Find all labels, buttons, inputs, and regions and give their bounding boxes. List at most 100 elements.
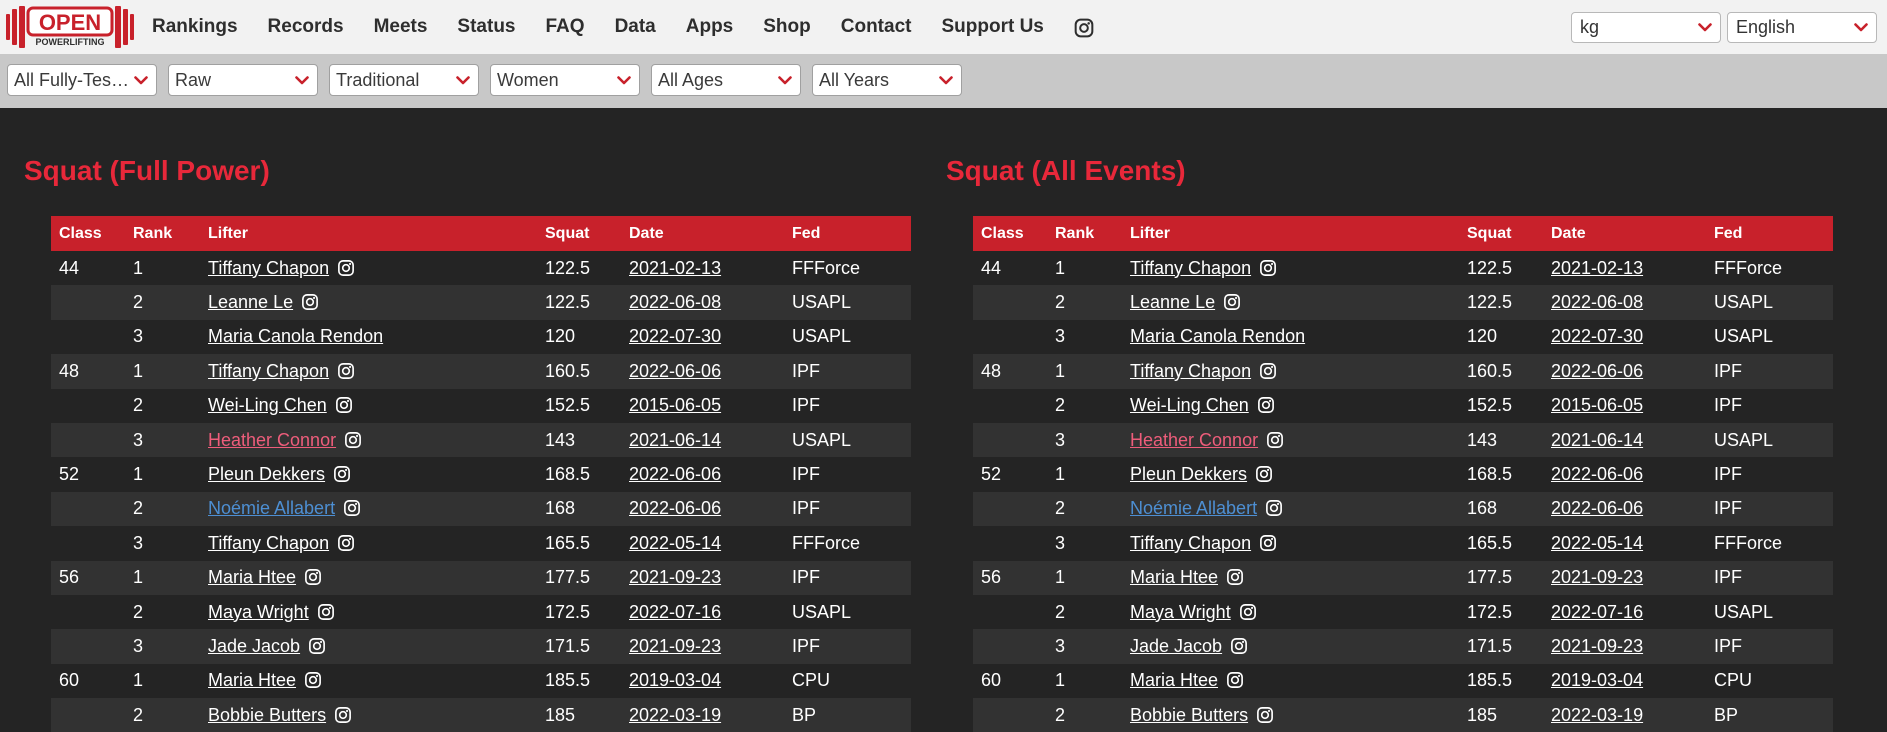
meet-date-link[interactable]: 2022-06-06 (629, 361, 721, 381)
meet-date-link[interactable]: 2022-06-06 (629, 464, 721, 484)
nav-status-link[interactable]: Status (457, 16, 515, 38)
lifter-link[interactable]: Wei-Ling Chen (208, 395, 327, 415)
instagram-icon[interactable] (1074, 18, 1094, 38)
meet-date-link[interactable]: 2021-06-14 (1551, 430, 1643, 450)
instagram-icon[interactable] (317, 603, 335, 621)
instagram-icon[interactable] (308, 637, 326, 655)
instagram-icon[interactable] (1255, 465, 1273, 483)
nav-support-us-link[interactable]: Support Us (941, 16, 1043, 38)
lifter-link[interactable]: Maya Wright (1130, 602, 1231, 622)
lifter-link[interactable]: Tiffany Chapon (208, 258, 329, 278)
instagram-icon[interactable] (1256, 706, 1274, 724)
nav-apps-link[interactable]: Apps (686, 16, 734, 38)
lifter-link[interactable]: Wei-Ling Chen (1130, 395, 1249, 415)
meet-date-link[interactable]: 2021-06-14 (629, 430, 721, 450)
meet-date-link[interactable]: 2015-06-05 (1551, 395, 1643, 415)
lifter-link[interactable]: Noémie Allabert (1130, 498, 1257, 518)
lifter-link[interactable]: Maria Canola Rendon (1130, 326, 1305, 346)
lifter-link[interactable]: Maria Htee (1130, 670, 1218, 690)
instagram-icon[interactable] (1226, 568, 1244, 586)
lifter-link[interactable]: Maria Htee (208, 670, 296, 690)
meet-date-link[interactable]: 2021-09-23 (1551, 567, 1643, 587)
instagram-icon[interactable] (337, 362, 355, 380)
weight-class-filter-select[interactable]: Traditional (329, 64, 479, 96)
meet-date-link[interactable]: 2022-05-14 (629, 533, 721, 553)
meet-date-link[interactable]: 2022-03-19 (1551, 705, 1643, 725)
meet-date-link[interactable]: 2022-06-08 (1551, 292, 1643, 312)
openpowerlifting-logo[interactable]: OPEN POWERLIFTING (4, 4, 136, 50)
lifter-link[interactable]: Tiffany Chapon (208, 361, 329, 381)
instagram-icon[interactable] (304, 671, 322, 689)
column-header-date[interactable]: Date (1543, 216, 1706, 251)
lifter-link[interactable]: Jade Jacob (1130, 636, 1222, 656)
meet-date-link[interactable]: 2022-06-06 (1551, 361, 1643, 381)
instagram-icon[interactable] (343, 499, 361, 517)
meet-date-link[interactable]: 2019-03-04 (629, 670, 721, 690)
nav-faq-link[interactable]: FAQ (546, 16, 585, 38)
lifter-link[interactable]: Maria Htee (1130, 567, 1218, 587)
instagram-icon[interactable] (1259, 259, 1277, 277)
age-filter-select[interactable]: All Ages (651, 64, 801, 96)
lifter-link[interactable]: Maya Wright (208, 602, 309, 622)
instagram-icon[interactable] (1239, 603, 1257, 621)
column-header-rank[interactable]: Rank (125, 216, 200, 251)
column-header-squat[interactable]: Squat (537, 216, 621, 251)
lifter-link[interactable]: Bobbie Butters (1130, 705, 1248, 725)
meet-date-link[interactable]: 2022-05-14 (1551, 533, 1643, 553)
lifter-link[interactable]: Tiffany Chapon (1130, 533, 1251, 553)
meet-date-link[interactable]: 2022-07-16 (1551, 602, 1643, 622)
column-header-lifter[interactable]: Lifter (1122, 216, 1459, 251)
lifter-link[interactable]: Noémie Allabert (208, 498, 335, 518)
nav-meets-link[interactable]: Meets (374, 16, 428, 38)
lifter-link[interactable]: Tiffany Chapon (1130, 361, 1251, 381)
instagram-icon[interactable] (1257, 396, 1275, 414)
meet-date-link[interactable]: 2022-06-06 (1551, 464, 1643, 484)
lifter-link[interactable]: Tiffany Chapon (1130, 258, 1251, 278)
lifter-link[interactable]: Pleun Dekkers (208, 464, 325, 484)
meet-date-link[interactable]: 2021-02-13 (1551, 258, 1643, 278)
meet-date-link[interactable]: 2021-09-23 (1551, 636, 1643, 656)
meet-date-link[interactable]: 2021-09-23 (629, 567, 721, 587)
lifter-link[interactable]: Jade Jacob (208, 636, 300, 656)
meet-date-link[interactable]: 2022-06-06 (629, 498, 721, 518)
lifter-link[interactable]: Tiffany Chapon (208, 533, 329, 553)
instagram-icon[interactable] (333, 465, 351, 483)
language-select[interactable]: English (1727, 12, 1877, 43)
lifter-link[interactable]: Maria Canola Rendon (208, 326, 383, 346)
instagram-icon[interactable] (1226, 671, 1244, 689)
nav-rankings-link[interactable]: Rankings (152, 16, 238, 38)
meet-date-link[interactable]: 2022-07-16 (629, 602, 721, 622)
meet-date-link[interactable]: 2022-07-30 (629, 326, 721, 346)
instagram-icon[interactable] (1259, 534, 1277, 552)
meet-date-link[interactable]: 2022-07-30 (1551, 326, 1643, 346)
instagram-icon[interactable] (335, 396, 353, 414)
column-header-class[interactable]: Class (51, 216, 125, 251)
instagram-icon[interactable] (1230, 637, 1248, 655)
column-header-rank[interactable]: Rank (1047, 216, 1122, 251)
instagram-icon[interactable] (334, 706, 352, 724)
nav-shop-link[interactable]: Shop (763, 16, 811, 38)
lifter-link[interactable]: Bobbie Butters (208, 705, 326, 725)
nav-records-link[interactable]: Records (268, 16, 344, 38)
instagram-icon[interactable] (1223, 293, 1241, 311)
column-header-squat[interactable]: Squat (1459, 216, 1543, 251)
year-filter-select[interactable]: All Years (812, 64, 962, 96)
units-select[interactable]: kg (1571, 12, 1721, 43)
sex-filter-select[interactable]: Women (490, 64, 640, 96)
equipment-filter-select[interactable]: Raw (168, 64, 318, 96)
instagram-icon[interactable] (344, 431, 362, 449)
instagram-icon[interactable] (301, 293, 319, 311)
lifter-link[interactable]: Heather Connor (208, 430, 336, 450)
instagram-icon[interactable] (337, 259, 355, 277)
meet-date-link[interactable]: 2022-06-08 (629, 292, 721, 312)
lifter-link[interactable]: Heather Connor (1130, 430, 1258, 450)
meet-date-link[interactable]: 2021-09-23 (629, 636, 721, 656)
instagram-icon[interactable] (1259, 362, 1277, 380)
lifter-link[interactable]: Pleun Dekkers (1130, 464, 1247, 484)
nav-data-link[interactable]: Data (615, 16, 656, 38)
lifter-link[interactable]: Leanne Le (1130, 292, 1215, 312)
nav-contact-link[interactable]: Contact (841, 16, 912, 38)
lifter-link[interactable]: Maria Htee (208, 567, 296, 587)
meet-date-link[interactable]: 2022-03-19 (629, 705, 721, 725)
instagram-icon[interactable] (304, 568, 322, 586)
